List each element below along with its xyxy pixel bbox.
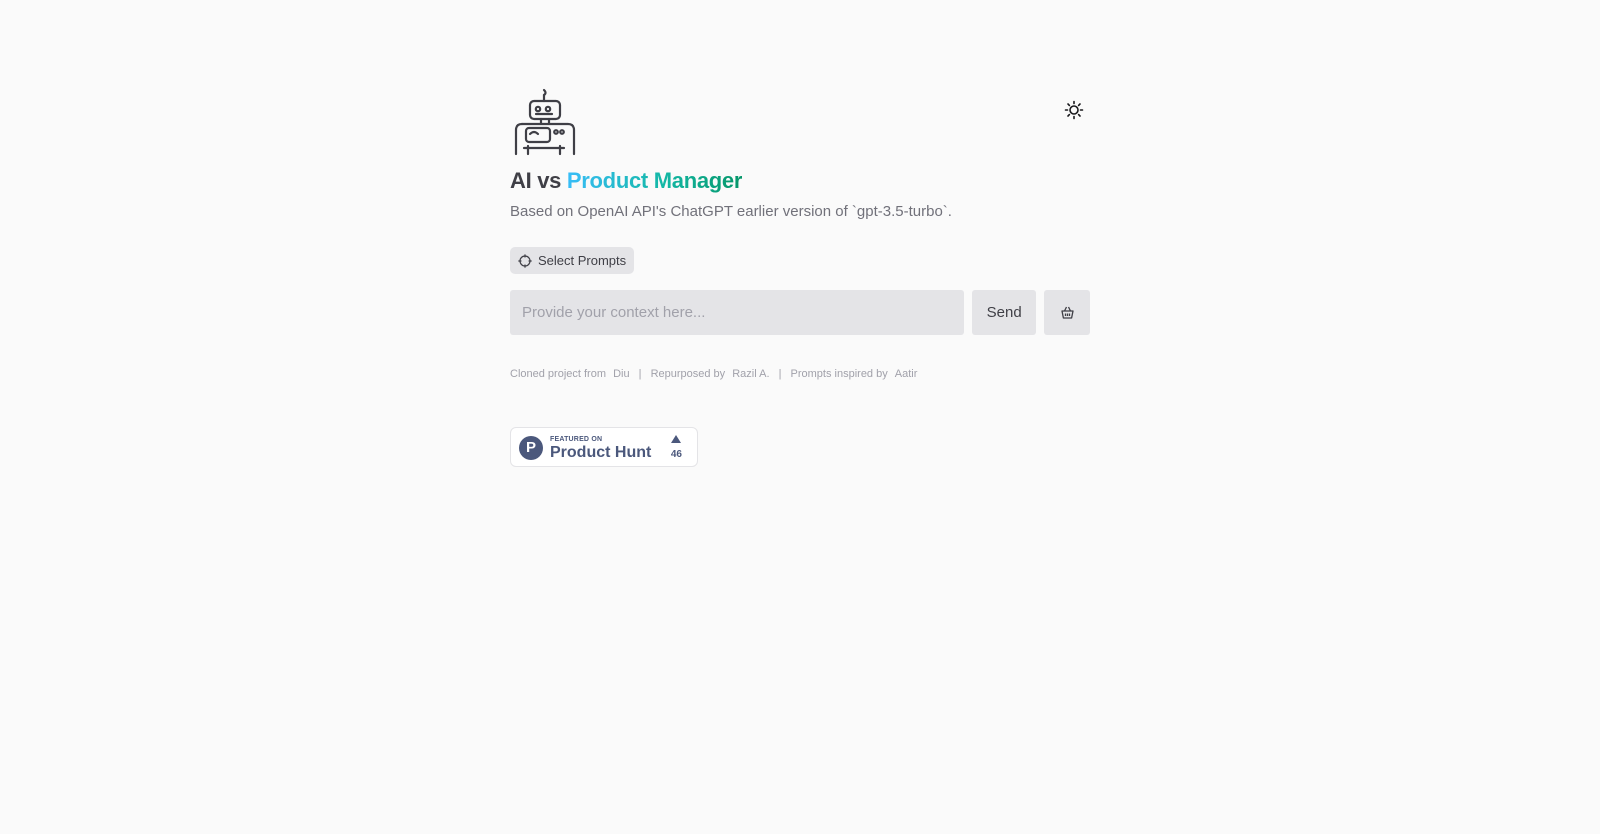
upvote-count: 46 (670, 449, 682, 460)
robot-icon (510, 88, 580, 156)
header-row (510, 88, 1090, 156)
send-button[interactable]: Send (972, 290, 1037, 335)
theme-toggle-button[interactable] (1058, 96, 1090, 128)
select-prompts-label: Select Prompts (538, 253, 627, 268)
title-accent: Product Manager (566, 168, 743, 193)
main-container: AI vs Product Manager Based on OpenAI AP… (510, 88, 1090, 467)
basket-icon (1060, 305, 1075, 320)
product-hunt-name: Product Hunt (550, 444, 652, 461)
footer-credits: Cloned project from Diu | Repurposed by … (510, 367, 1090, 381)
separator: | (638, 368, 642, 380)
page-subtitle: Based on OpenAI API's ChatGPT earlier ve… (510, 203, 952, 220)
inspired-link[interactable]: Aatir (895, 368, 918, 380)
clear-button[interactable] (1044, 290, 1090, 335)
sun-icon (1064, 100, 1084, 125)
input-row: Send (510, 290, 1090, 335)
upvote-arrow-icon (671, 435, 681, 443)
crosshair-icon (518, 253, 532, 268)
title-prefix: AI vs (510, 168, 562, 193)
select-prompts-button[interactable]: Select Prompts (510, 247, 635, 274)
inspired-label: Prompts inspired by (790, 368, 888, 380)
context-input[interactable] (510, 290, 964, 335)
repurposed-label: Repurposed by (650, 368, 726, 380)
product-hunt-badge[interactable]: P FEATURED ON Product Hunt 46 (510, 427, 698, 467)
cloned-label: Cloned project from (510, 368, 606, 380)
separator: | (778, 368, 782, 380)
cloned-link[interactable]: Diu (613, 368, 630, 380)
repurposed-link[interactable]: Razil A. (732, 368, 769, 380)
page-title: AI vs Product Manager (510, 166, 1090, 196)
product-hunt-logo: P (519, 436, 543, 460)
featured-on-label: FEATURED ON (550, 436, 603, 443)
